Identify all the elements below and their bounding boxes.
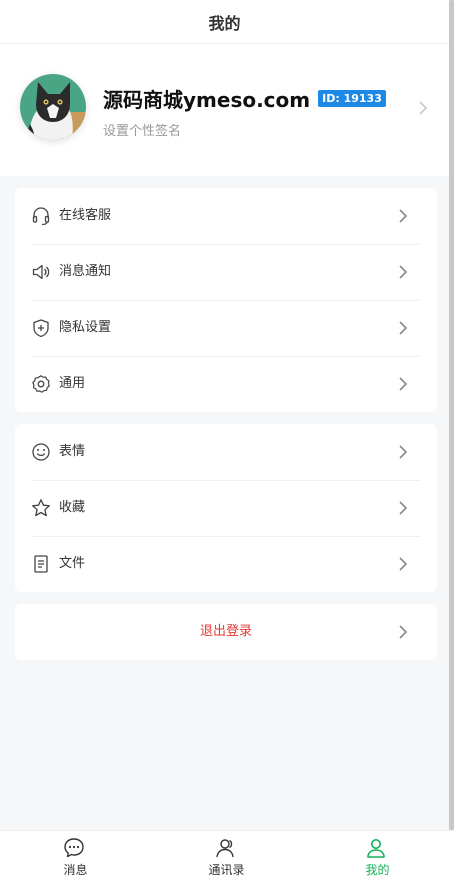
menu-item-label: 隐私设置 xyxy=(59,320,112,335)
chat-bubble-icon xyxy=(64,838,84,858)
chevron-right-icon xyxy=(419,101,428,115)
document-icon xyxy=(34,555,48,573)
cat-avatar-image xyxy=(20,74,86,140)
menu-item-label: 在线客服 xyxy=(59,208,112,223)
scrollbar[interactable] xyxy=(449,0,454,830)
shield-plus-icon xyxy=(33,319,49,338)
settings-gear-icon xyxy=(32,375,50,393)
menu-card-content: 表情 收藏 文件 xyxy=(15,424,437,592)
chevron-right-icon xyxy=(399,557,408,571)
tab-contacts[interactable]: 通讯录 xyxy=(151,831,302,879)
tab-label: 通讯录 xyxy=(208,863,245,877)
menu-card-main: 在线客服 消息通知 隐私设置 通用 xyxy=(15,188,437,412)
page-title: 我的 xyxy=(208,13,241,33)
speaker-icon xyxy=(32,264,50,280)
logout-card: 退出登录 xyxy=(15,604,437,660)
chevron-right-icon xyxy=(399,377,408,391)
profile-name-row: 源码商城ymeso.com ID: 19133 xyxy=(103,84,386,112)
scrollbar-thumb[interactable] xyxy=(449,0,454,830)
menu-item-label: 收藏 xyxy=(59,500,86,515)
avatar[interactable] xyxy=(20,74,86,140)
star-icon xyxy=(32,499,50,517)
menu-item-favorites[interactable]: 收藏 xyxy=(15,480,437,536)
menu-item-files[interactable]: 文件 xyxy=(15,536,437,592)
menu-item-emoji[interactable]: 表情 xyxy=(15,424,437,480)
signature-text[interactable]: 设置个性签名 xyxy=(103,120,181,139)
profile-name: 源码商城ymeso.com xyxy=(103,87,311,112)
tab-me[interactable]: 我的 xyxy=(302,831,453,879)
user-id-badge: ID: 19133 xyxy=(318,89,386,107)
tab-label: 消息 xyxy=(63,863,88,877)
logout-label: 退出登录 xyxy=(199,624,252,639)
menu-item-label: 表情 xyxy=(59,444,86,459)
chevron-right-icon xyxy=(399,625,408,639)
contacts-icon xyxy=(216,839,234,858)
menu-item-label: 通用 xyxy=(59,376,86,391)
menu-item-notifications[interactable]: 消息通知 xyxy=(15,244,437,300)
logout-button[interactable]: 退出登录 xyxy=(15,604,437,660)
tab-label: 我的 xyxy=(365,863,390,877)
profile-card[interactable]: 源码商城ymeso.com ID: 19133 设置个性签名 xyxy=(0,44,449,176)
menu-item-general[interactable]: 通用 xyxy=(15,356,437,412)
bottom-tab-bar: 消息 通讯录 我的 xyxy=(0,830,454,879)
tab-messages[interactable]: 消息 xyxy=(0,831,151,879)
chevron-right-icon xyxy=(399,265,408,279)
menu-item-label: 消息通知 xyxy=(59,264,112,279)
headset-icon xyxy=(32,207,50,226)
chevron-right-icon xyxy=(399,321,408,335)
chevron-right-icon xyxy=(399,445,408,459)
smiley-icon xyxy=(32,443,50,461)
menu-item-label: 文件 xyxy=(59,556,86,571)
chevron-right-icon xyxy=(399,209,408,223)
chevron-right-icon xyxy=(399,501,408,515)
page-header: 我的 xyxy=(0,0,449,44)
user-icon xyxy=(367,839,385,858)
menu-item-online-service[interactable]: 在线客服 xyxy=(15,188,437,244)
menu-item-privacy-settings[interactable]: 隐私设置 xyxy=(15,300,437,356)
